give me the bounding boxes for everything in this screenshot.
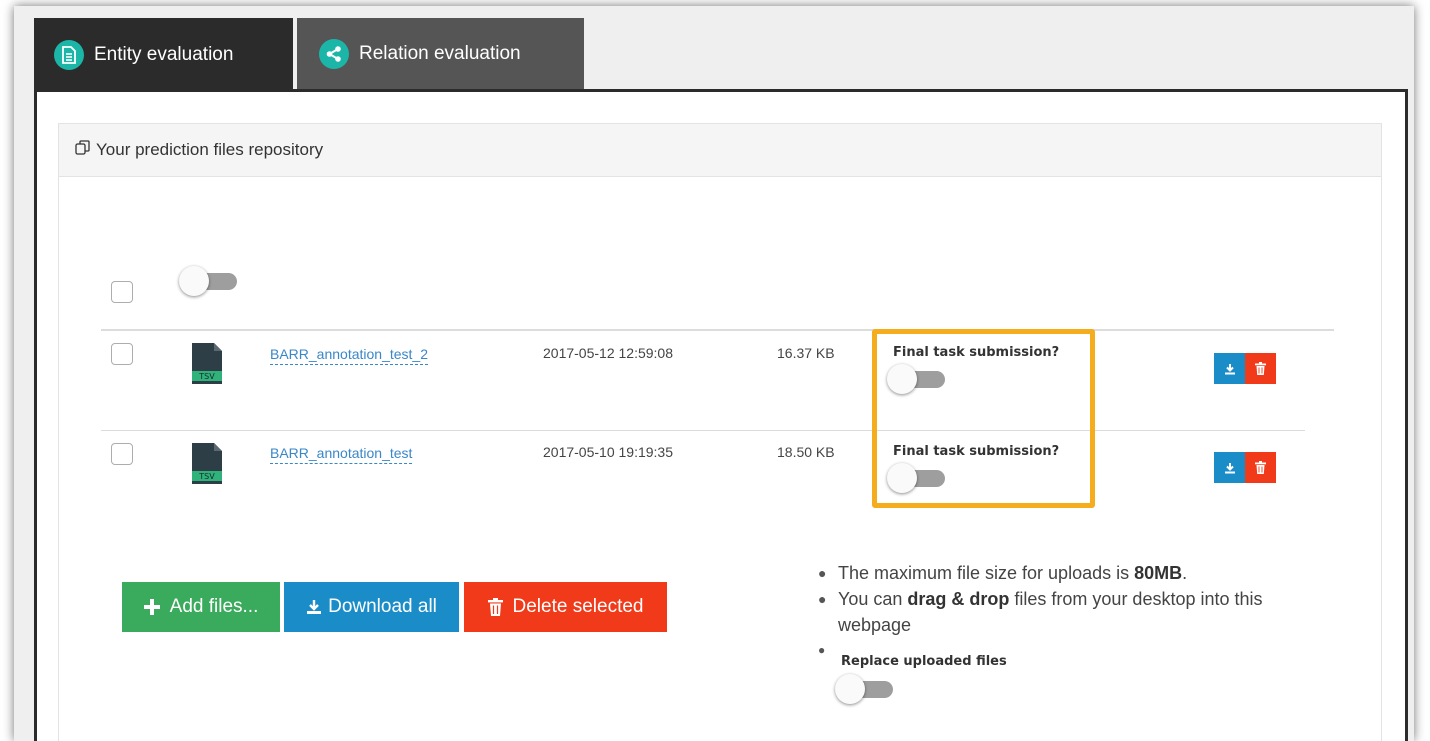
copy-icon	[75, 140, 90, 160]
delete-selected-label: Delete selected	[512, 596, 644, 617]
delete-file-button[interactable]	[1245, 353, 1276, 384]
tsv-file-icon: TSV	[191, 443, 223, 489]
delete-selected-button[interactable]: Delete selected	[464, 582, 667, 632]
tab-relation-evaluation[interactable]: Relation evaluation	[297, 18, 584, 91]
header-toggle[interactable]	[179, 266, 237, 296]
row-divider	[101, 430, 1305, 431]
final-submission-highlight	[872, 329, 1095, 508]
download-file-button[interactable]	[1214, 452, 1245, 483]
row-checkbox[interactable]	[111, 443, 133, 465]
file-date: 2017-05-10 19:19:35	[543, 444, 673, 460]
trash-icon	[487, 598, 503, 616]
entity-evaluation-panel: Your prediction files repository	[34, 89, 1408, 741]
share-icon	[319, 38, 349, 69]
delete-file-button[interactable]	[1245, 452, 1276, 483]
file-link[interactable]: BARR_annotation_test_2	[270, 346, 428, 365]
select-all-checkbox[interactable]	[111, 281, 133, 303]
tsv-file-icon: TSV	[191, 343, 223, 389]
replace-files-label: Replace uploaded files	[841, 654, 1007, 669]
bullet-dot: ●	[818, 643, 826, 657]
document-icon	[54, 39, 84, 70]
repository-box: Your prediction files repository	[58, 123, 1382, 741]
info-max-size: ● The maximum file size for uploads is 8…	[818, 563, 1188, 583]
file-link[interactable]: BARR_annotation_test	[270, 445, 413, 464]
repository-header: Your prediction files repository	[59, 124, 1381, 177]
replace-files-toggle[interactable]	[835, 674, 893, 704]
tab-entity-evaluation[interactable]: Entity evaluation	[34, 18, 293, 91]
download-all-label: Download all	[328, 596, 437, 617]
svg-text:TSV: TSV	[198, 472, 215, 481]
add-files-button[interactable]: Add files...	[122, 582, 280, 632]
file-size: 16.37 KB	[777, 345, 835, 361]
info-drag-drop: ● You can drag & drop files from your de…	[818, 589, 1263, 635]
download-all-button[interactable]: Download all	[284, 582, 459, 632]
file-date: 2017-05-12 12:59:08	[543, 345, 673, 361]
svg-text:TSV: TSV	[198, 372, 215, 381]
download-file-button[interactable]	[1214, 353, 1245, 384]
row-checkbox[interactable]	[111, 343, 133, 365]
download-icon	[1224, 462, 1235, 473]
upload-info-list: ● The maximum file size for uploads is 8…	[818, 560, 1298, 638]
plus-icon	[143, 599, 160, 615]
download-icon	[307, 600, 322, 614]
repository-title: Your prediction files repository	[96, 140, 324, 159]
table-divider	[101, 329, 1334, 331]
tab-entity-label: Entity evaluation	[94, 43, 234, 65]
trash-icon	[1255, 461, 1266, 474]
add-files-label: Add files...	[169, 596, 259, 617]
trash-icon	[1255, 362, 1266, 375]
download-icon	[1224, 363, 1235, 374]
tab-relation-label: Relation evaluation	[359, 42, 521, 64]
file-size: 18.50 KB	[777, 444, 835, 460]
